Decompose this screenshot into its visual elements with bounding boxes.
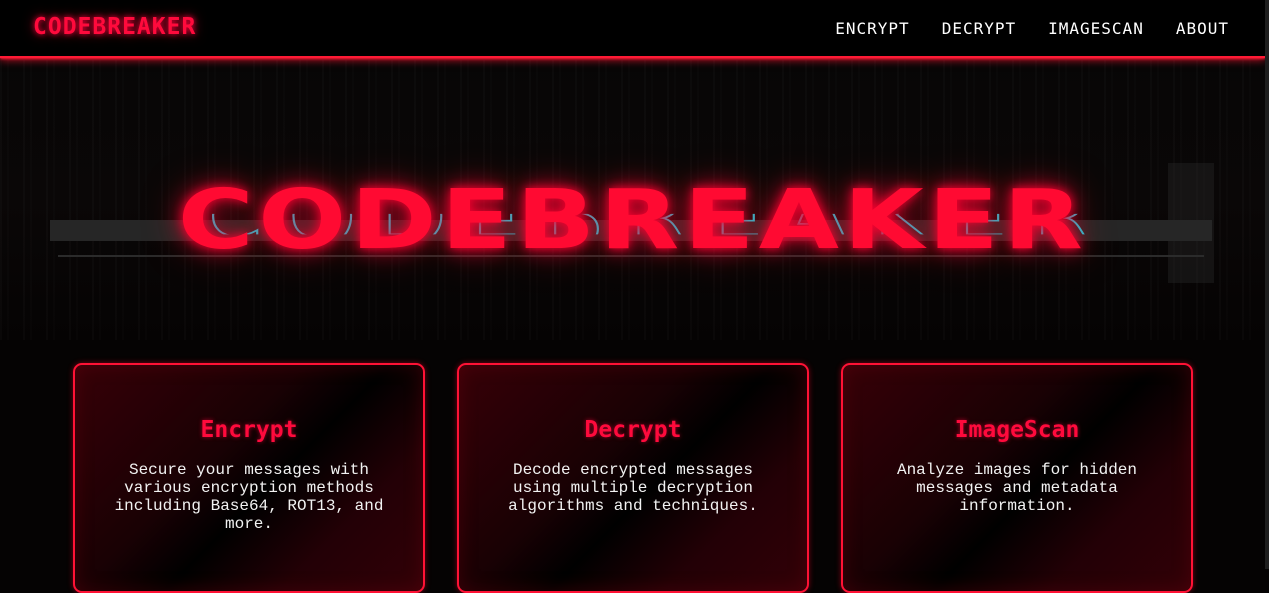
decrypt-card[interactable]: Decrypt Decode encrypted messages using … [457,363,809,593]
nav-link-imagescan[interactable]: IMAGESCAN [1048,19,1144,38]
nav-link-encrypt[interactable]: ENCRYPT [835,19,909,38]
nav-link-decrypt[interactable]: DECRYPT [942,19,1016,38]
card-title: Encrypt [200,417,298,443]
encrypt-card[interactable]: Encrypt Secure your messages with variou… [73,363,425,593]
hero-title: CODEBREAKER [177,172,1088,268]
card-description: Decode encrypted messages using multiple… [508,461,758,515]
hero-section: CODEBREAKER CODEBREAKER [0,60,1265,340]
navbar: CODEBREAKER ENCRYPT DECRYPT IMAGESCAN AB… [0,0,1265,58]
card-description: Secure your messages with various encryp… [114,461,384,533]
card-title: ImageScan [954,417,1080,443]
page-scrollbar[interactable] [1265,0,1269,569]
card-title: Decrypt [584,417,682,443]
nav-link-about[interactable]: ABOUT [1176,19,1229,38]
nav-links: ENCRYPT DECRYPT IMAGESCAN ABOUT [835,19,1229,38]
card-description: Analyze images for hidden messages and m… [896,461,1138,515]
imagescan-card[interactable]: ImageScan Analyze images for hidden mess… [841,363,1193,593]
brand-logo[interactable]: CODEBREAKER [33,14,196,40]
